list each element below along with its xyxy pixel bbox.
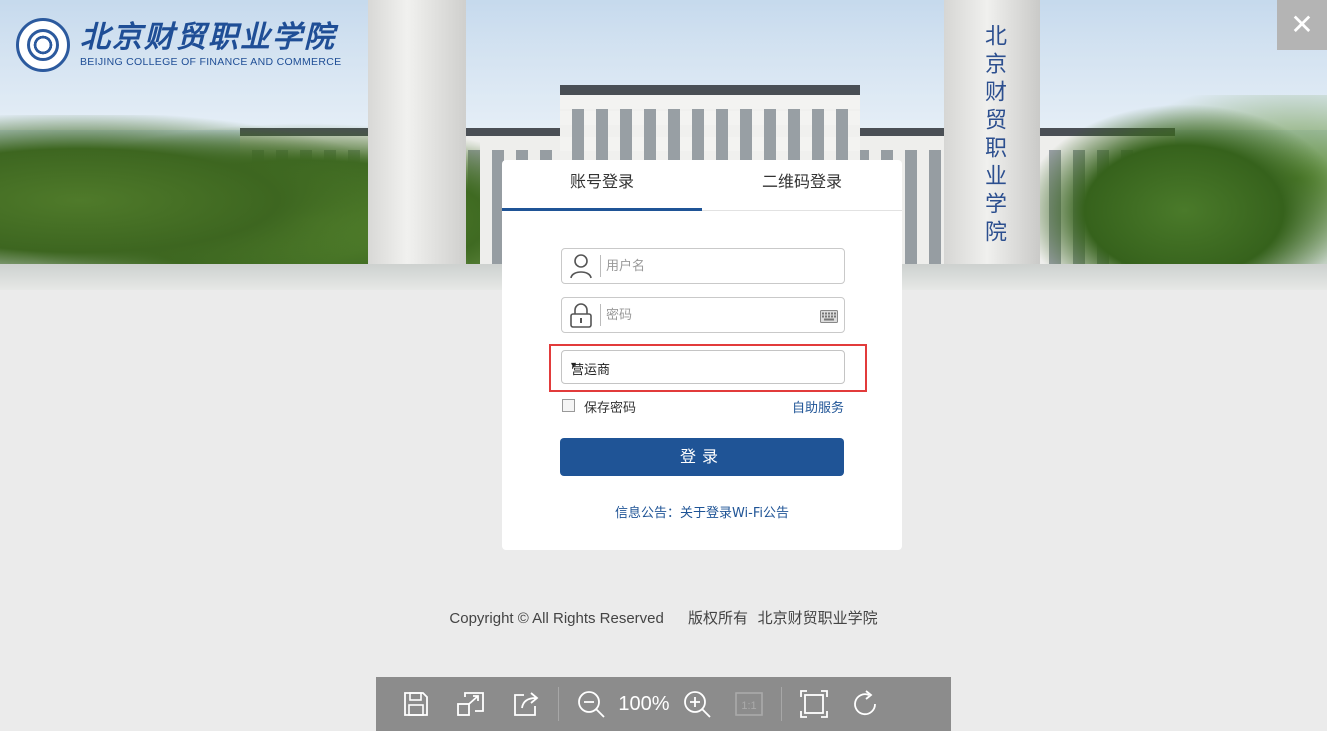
pillar-inscription: 北京财贸职业学院 bbox=[981, 24, 1006, 248]
logo-name-cn: 北京财贸职业学院 bbox=[80, 20, 336, 55]
copyright-en: Copyright © All Rights Reserved bbox=[449, 610, 664, 627]
gate-pillar-left bbox=[368, 0, 466, 290]
logo-name-en: BEIJING COLLEGE OF FINANCE AND COMMERCE bbox=[80, 56, 342, 68]
fit-screen-icon[interactable] bbox=[794, 684, 834, 724]
gate-pillar-right: 北京财贸职业学院 bbox=[944, 0, 1040, 290]
login-card: 账号登录 二维码登录 营运商 ▾ 保存密码 自助服务 登录 信息公告：关于登录W… bbox=[502, 160, 902, 550]
remember-password-label[interactable]: 保存密码 bbox=[584, 397, 636, 416]
login-tabs: 账号登录 二维码登录 bbox=[502, 160, 902, 211]
zoom-in-icon[interactable] bbox=[677, 684, 717, 724]
footer-copyright: Copyright © All Rights Reserved 版权所有 北京财… bbox=[0, 607, 1327, 628]
save-icon[interactable] bbox=[396, 684, 436, 724]
zoom-out-icon[interactable] bbox=[571, 684, 611, 724]
chevron-down-icon: ▾ bbox=[571, 360, 577, 371]
tab-account-login[interactable]: 账号登录 bbox=[502, 160, 702, 211]
username-field[interactable] bbox=[561, 248, 845, 284]
resize-icon[interactable] bbox=[451, 684, 491, 724]
self-service-link[interactable]: 自助服务 bbox=[792, 397, 844, 416]
share-icon[interactable] bbox=[506, 684, 546, 724]
college-logo: 北京财贸职业学院 BEIJING COLLEGE OF FINANCE AND … bbox=[16, 18, 341, 72]
svg-text:1:1: 1:1 bbox=[741, 700, 756, 712]
image-viewer-toolbar: 100% 1:1 bbox=[376, 677, 951, 731]
password-field[interactable] bbox=[561, 297, 845, 333]
user-icon bbox=[562, 249, 600, 283]
close-button[interactable]: ✕ bbox=[1277, 0, 1327, 50]
keyboard-icon[interactable] bbox=[820, 308, 838, 327]
actual-size-icon[interactable]: 1:1 bbox=[729, 684, 769, 724]
tab-qrcode-login[interactable]: 二维码登录 bbox=[702, 160, 902, 210]
login-options: 保存密码 自助服务 bbox=[560, 396, 844, 416]
remember-password-checkbox[interactable] bbox=[562, 399, 575, 412]
zoom-level: 100% bbox=[618, 692, 670, 715]
trees-right bbox=[1040, 95, 1327, 290]
notice-link[interactable]: 信息公告：关于登录Wi-Fi公告 bbox=[502, 502, 902, 521]
password-input[interactable] bbox=[606, 304, 806, 326]
rotate-icon[interactable] bbox=[846, 684, 886, 724]
login-button[interactable]: 登录 bbox=[560, 438, 844, 476]
username-input[interactable] bbox=[606, 255, 806, 277]
copyright-cn: 版权所有 北京财贸职业学院 bbox=[688, 609, 878, 627]
lock-icon bbox=[562, 298, 600, 332]
college-emblem-icon bbox=[16, 18, 70, 72]
carrier-highlight: 营运商 ▾ bbox=[549, 344, 867, 392]
carrier-select[interactable]: 营运商 ▾ bbox=[561, 350, 845, 384]
